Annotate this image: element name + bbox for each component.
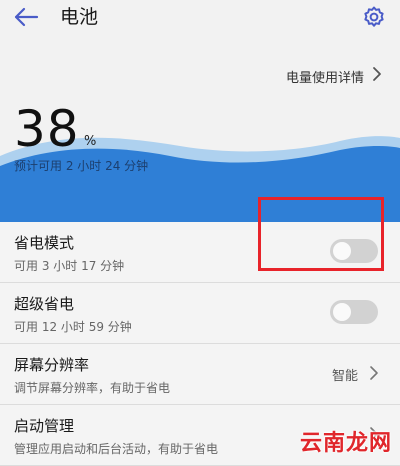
ultra-power-saving-toggle[interactable] xyxy=(330,300,378,324)
row-title: 超级省电 xyxy=(14,295,75,313)
battery-percent: 38 xyxy=(14,100,80,158)
page-title: 电池 xyxy=(60,6,99,28)
annotation-highlight-box xyxy=(258,197,384,271)
row-subtitle: 可用 12 小时 59 分钟 xyxy=(14,320,132,334)
watermark: 云南龙网 xyxy=(299,431,392,456)
percent-sign: % xyxy=(84,134,97,149)
screen-resolution-row[interactable]: 屏幕分辨率 调节屏幕分辨率，有助于省电 智能 xyxy=(0,344,400,405)
resolution-value: 智能 xyxy=(331,369,358,384)
row-title: 省电模式 xyxy=(14,234,75,252)
gear-icon[interactable] xyxy=(362,5,386,29)
usage-detail-link[interactable]: 电量使用详情 xyxy=(286,67,364,86)
chevron-right-icon[interactable] xyxy=(370,64,384,84)
row-subtitle: 调节屏幕分辨率，有助于省电 xyxy=(14,381,171,395)
row-subtitle: 可用 3 小时 17 分钟 xyxy=(14,259,125,273)
toggle-knob xyxy=(333,303,351,321)
row-title: 屏幕分辨率 xyxy=(14,356,90,374)
estimated-time: 预计可用 2 小时 24 分钟 xyxy=(14,159,149,173)
chevron-right-icon xyxy=(370,366,378,380)
top-bar: 电池 xyxy=(0,0,400,36)
ultra-power-saving-row[interactable]: 超级省电 可用 12 小时 59 分钟 xyxy=(0,283,400,344)
battery-summary: 电量使用详情 38 % 预计可用 2 小时 24 分钟 xyxy=(0,36,400,222)
arrow-left-icon[interactable] xyxy=(12,5,40,29)
row-title: 启动管理 xyxy=(14,417,75,435)
row-subtitle: 管理应用启动和后台活动，有助于省电 xyxy=(14,442,219,456)
